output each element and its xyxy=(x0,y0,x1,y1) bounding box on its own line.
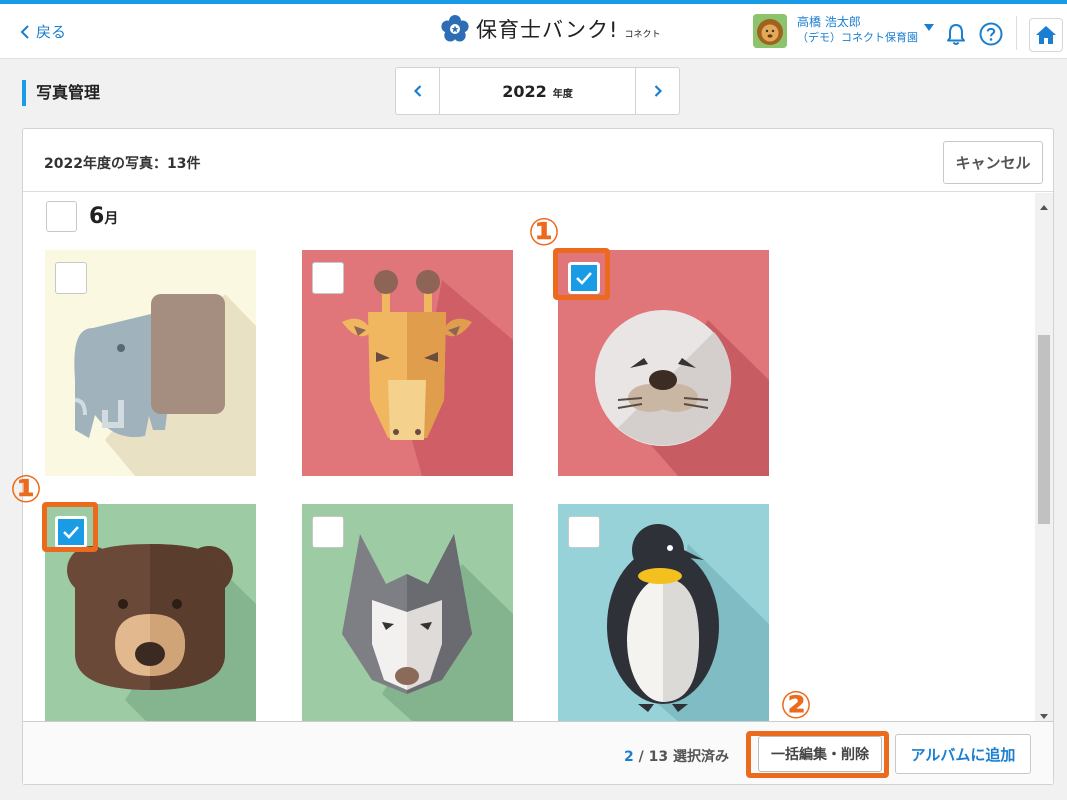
chevron-left-icon xyxy=(413,85,421,97)
selected-count: 2 xyxy=(624,749,634,765)
scroll-down-arrow-icon[interactable] xyxy=(1040,714,1048,719)
app-logo[interactable]: 保育士バンク! コネクト xyxy=(440,14,660,44)
month-group-header: 6月 xyxy=(46,201,118,232)
photo-checkbox[interactable] xyxy=(312,516,344,548)
selected-label: 選択済み xyxy=(672,749,729,765)
month-label: 6月 xyxy=(89,204,118,229)
header-divider xyxy=(1016,16,1017,50)
next-year-button[interactable] xyxy=(635,68,679,114)
home-icon xyxy=(1036,26,1056,44)
current-year: 2022 年度 xyxy=(440,68,635,114)
scroll-thumb[interactable] xyxy=(1038,335,1050,524)
scroll-up-arrow-icon[interactable] xyxy=(1040,205,1048,210)
user-avatar[interactable] xyxy=(753,14,787,48)
highlight-box-bulk-button xyxy=(746,731,889,778)
photo-checkbox[interactable] xyxy=(312,262,344,294)
highlight-box-bear-checkbox xyxy=(42,502,98,552)
year-value: 2022 xyxy=(502,81,547,101)
year-unit: 年度 xyxy=(552,89,573,100)
highlight-box-seal-checkbox xyxy=(553,248,610,300)
selection-status: 2 / 13 選択済み xyxy=(624,746,729,766)
add-to-album-button[interactable]: アルバムに追加 xyxy=(895,734,1031,774)
annotation-marker-1: ① xyxy=(528,210,561,254)
annotation-marker-2: ② xyxy=(780,683,813,727)
month-number: 6 xyxy=(89,204,105,229)
user-info[interactable]: 高橋 浩太郎 （デモ）コネクト保育園 xyxy=(797,14,918,46)
user-organization: （デモ）コネクト保育園 xyxy=(797,31,918,44)
vertical-scrollbar[interactable] xyxy=(1035,193,1053,721)
photo-tile-giraffe[interactable] xyxy=(302,250,513,476)
total-count: / 13 xyxy=(638,749,669,765)
lion-avatar-icon xyxy=(753,14,787,48)
bell-icon[interactable] xyxy=(945,22,967,46)
photo-tile-elephant[interactable] xyxy=(45,250,256,476)
help-icon[interactable] xyxy=(979,22,1003,46)
panel-header: 2022年度の写真：13件 キャンセル xyxy=(23,129,1053,192)
user-name: 高橋 浩太郎 xyxy=(797,15,861,29)
photo-checkbox[interactable] xyxy=(55,262,87,294)
photo-tile-wolf[interactable] xyxy=(302,504,513,730)
app-header: 戻る 保育士バンク! コネクト 高橋 浩太郎 （デモ）コネクト保育園 xyxy=(0,4,1067,59)
back-link[interactable]: 戻る xyxy=(20,21,66,42)
month-select-checkbox[interactable] xyxy=(46,201,77,232)
page-title: 写真管理 xyxy=(22,80,100,106)
user-menu-caret-icon[interactable] xyxy=(924,24,934,31)
photo-checkbox[interactable] xyxy=(568,516,600,548)
annotation-marker-1: ① xyxy=(10,467,43,511)
chevron-right-icon xyxy=(654,85,662,97)
logo-subtext: コネクト xyxy=(624,29,661,40)
chevron-left-icon xyxy=(20,24,29,39)
previous-year-button[interactable] xyxy=(396,68,440,114)
logo-text: 保育士バンク! xyxy=(476,18,619,42)
photo-tile-penguin[interactable] xyxy=(558,504,769,730)
month-unit: 月 xyxy=(104,211,119,227)
flower-logo-icon xyxy=(441,15,469,42)
home-button[interactable] xyxy=(1029,18,1063,52)
photo-count: 2022年度の写真：13件 xyxy=(44,156,201,172)
back-label: 戻る xyxy=(36,23,67,41)
year-navigator: 2022 年度 xyxy=(395,67,680,115)
selection-footer: 2 / 13 選択済み 一括編集・削除 アルバムに追加 xyxy=(23,721,1053,784)
cancel-button[interactable]: キャンセル xyxy=(943,141,1043,184)
